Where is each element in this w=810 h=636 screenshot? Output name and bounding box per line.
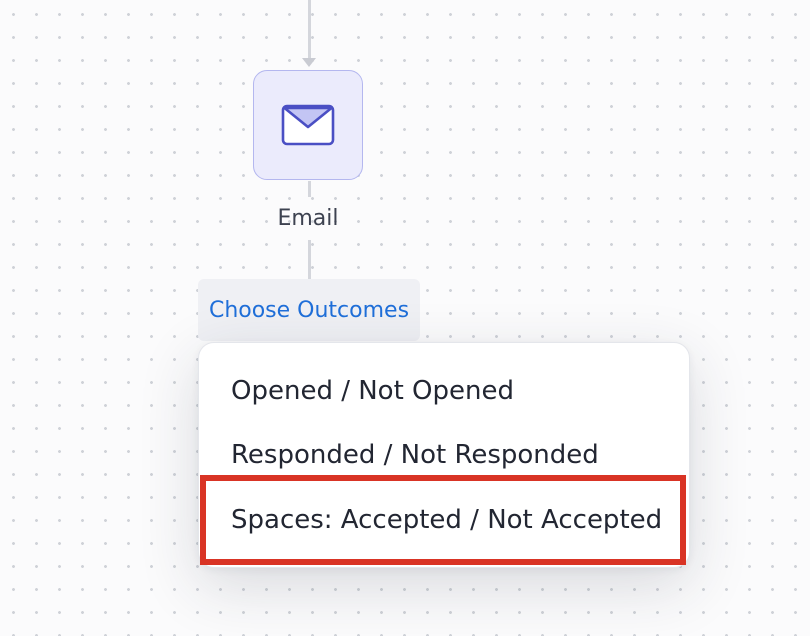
email-node[interactable] [253, 70, 363, 180]
incoming-connector [308, 0, 311, 62]
arrow-down-icon [302, 58, 316, 67]
outcomes-dropdown: Opened / Not Opened Responded / Not Resp… [198, 342, 690, 568]
node-connector [308, 181, 311, 197]
envelope-icon [281, 104, 335, 146]
outcome-connector [308, 240, 311, 280]
option-spaces-accepted-not-accepted[interactable]: Spaces: Accepted / Not Accepted [199, 490, 689, 550]
option-opened-not-opened[interactable]: Opened / Not Opened [199, 361, 689, 421]
choose-outcomes-button[interactable]: Choose Outcomes [198, 279, 420, 341]
email-node-label: Email [277, 206, 339, 231]
option-responded-not-responded[interactable]: Responded / Not Responded [199, 425, 689, 485]
